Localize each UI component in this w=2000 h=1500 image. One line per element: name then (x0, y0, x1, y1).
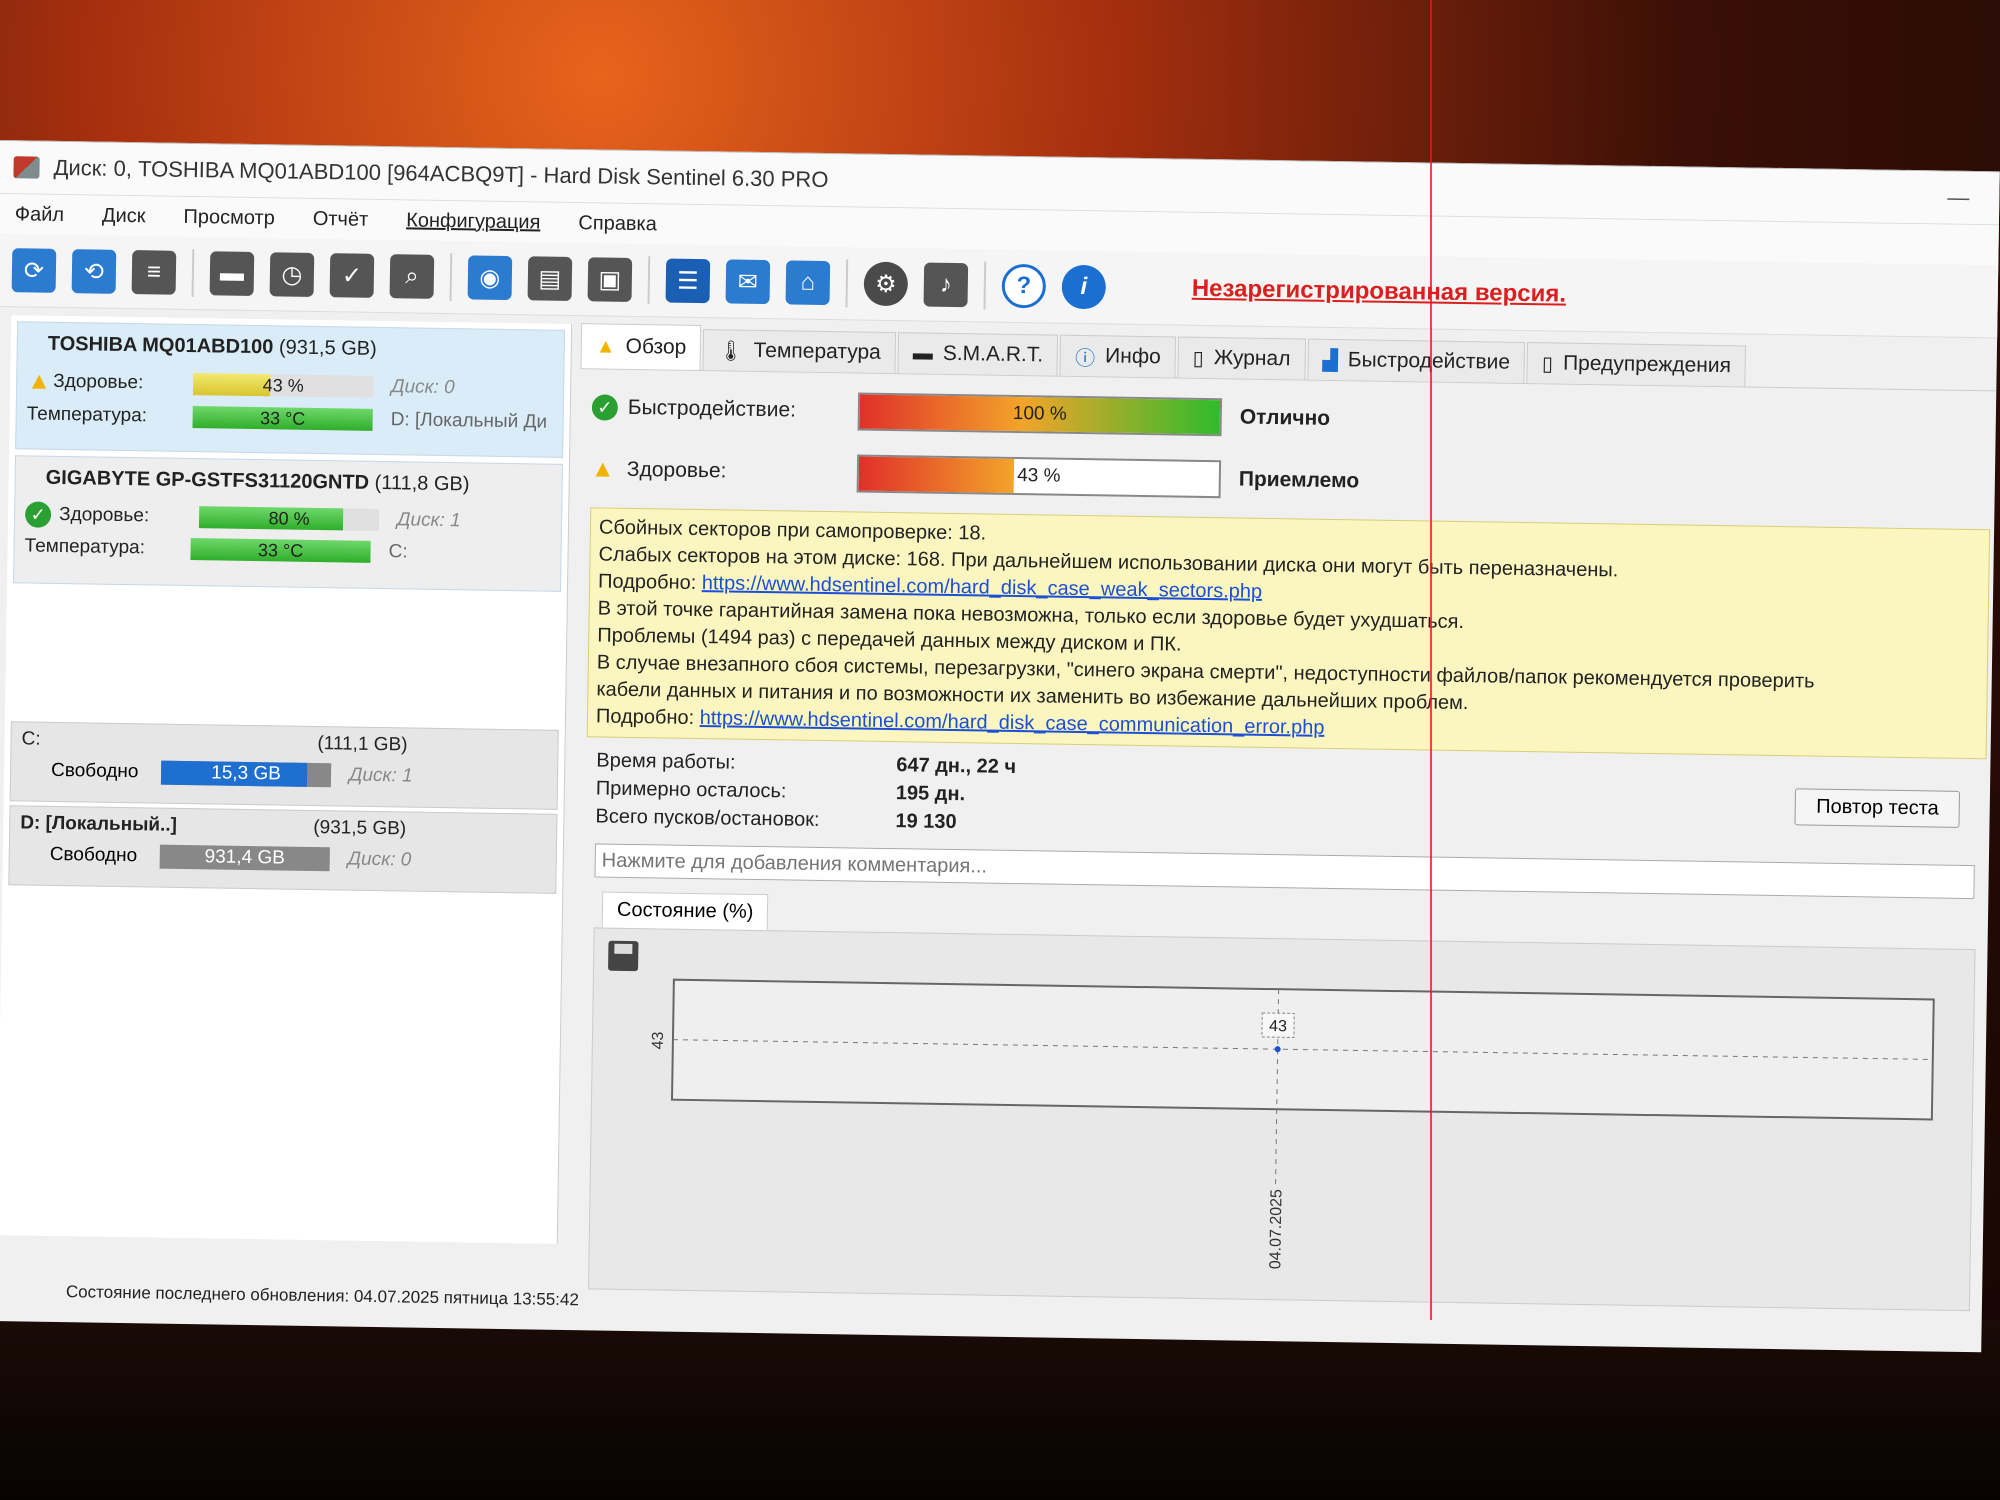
partition-name: D: [Локальный..] (20, 812, 178, 836)
report-icon[interactable]: ☰ (665, 258, 711, 304)
health-chart: 43 43 04.07.2025 (588, 927, 1976, 1312)
toolbar-separator (449, 253, 453, 302)
disk-health-row: ✓ Здоровье: 80 % Диск: 1 (24, 501, 551, 535)
chart-svg: 43 43 04.07.2025 (650, 978, 1935, 1269)
temp-bar: 33 °C (192, 406, 373, 431)
network-icon[interactable]: ⌂ (785, 260, 831, 306)
window-title: Диск: 0, TOSHIBA MQ01ABD100 [964ACBQ9T] … (53, 154, 829, 193)
performance-row: ✓ Быстродействие: 100 % Отлично (591, 383, 1996, 453)
disk-schedule-icon[interactable]: ◷ (269, 252, 315, 297)
disk-stack-icon[interactable]: ▤ (527, 256, 573, 301)
disk-name: GIGABYTE GP-GSTFS31120GNTD (111,8 GB) (45, 466, 470, 496)
remaining-value: 195 дн. (895, 782, 966, 806)
partition-card-c[interactable]: C: (111,1 GB) Свободно 15,3 GB Диск: 1 (9, 721, 559, 810)
disk-temp-row: Температура: 33 °C C: (24, 535, 408, 563)
disk-export-icon[interactable]: ▣ (587, 257, 633, 302)
app-window: Диск: 0, TOSHIBA MQ01ABD100 [964ACBQ9T] … (0, 140, 2000, 1353)
disk-check-icon[interactable]: ✓ (329, 253, 375, 298)
disk-card-toshiba[interactable]: TOSHIBA MQ01ABD100 (931,5 GB) ▲ Здоровье… (15, 321, 566, 458)
toolbar-separator (983, 261, 987, 310)
partition-capacity: (931,5 GB) (313, 817, 407, 840)
check-icon: ✓ (24, 501, 52, 528)
partition-name: C: (21, 728, 41, 750)
x-tick-label: 04.07.2025 (1267, 1189, 1285, 1269)
tab-performance[interactable]: ▟ Быстродействие (1307, 338, 1526, 383)
network-disk-icon[interactable]: ◉ (467, 255, 513, 301)
warning-icon: ▲ (595, 334, 616, 358)
menu-help[interactable]: Справка (578, 212, 657, 236)
warning-icon: ▲ (590, 455, 615, 483)
temp-bar: 33 °C (190, 538, 371, 563)
disk-icon[interactable]: ▬ (209, 251, 255, 297)
smart-icon: ▬ (912, 341, 933, 365)
uptime-value: 647 дн., 22 ч (896, 754, 1017, 779)
tab-temperature[interactable]: 🌡 Температура (702, 329, 897, 374)
app-icon (13, 156, 40, 179)
thermometer-icon: 🌡 (718, 339, 744, 363)
health-bar: 80 % (198, 506, 380, 531)
refresh-all-icon[interactable]: ⟲ (71, 249, 117, 294)
performance-bar: 100 % (857, 392, 1223, 437)
mail-icon[interactable]: ✉ (725, 259, 771, 305)
menu-config[interactable]: Конфигурация (406, 209, 541, 234)
free-space-bar: 931,4 GB (159, 844, 330, 872)
toolbar-separator (845, 259, 849, 308)
minimize-icon[interactable]: — (1947, 185, 1969, 211)
info-icon: ⓘ (1074, 347, 1096, 370)
y-tick-label: 43 (650, 1031, 667, 1049)
toolbar-separator (191, 249, 195, 298)
tab-log[interactable]: ▯ Журнал (1177, 336, 1306, 380)
tab-warnings[interactable]: ▯ Предупреждения (1526, 342, 1747, 387)
partition-card-d[interactable]: D: [Локальный..] (931,5 GB) Свободно 931… (8, 805, 558, 894)
point-label: 43 (1269, 1018, 1287, 1035)
disk-name: TOSHIBA MQ01ABD100 (931,5 GB) (47, 332, 377, 360)
disk-search-icon[interactable]: ⌕ (389, 254, 435, 299)
help-icon[interactable]: ? (1001, 263, 1047, 309)
partition-capacity: (111,1 GB) (317, 733, 408, 756)
retest-button[interactable]: Повтор теста (1794, 788, 1961, 828)
details-panel: ▲ Обзор 🌡 Температура ▬ S.M.A.R.T. ⓘ Инфо ▯ Ж… (566, 323, 1998, 1312)
disk-stats: Время работы: 647 дн., 22 ч Примерно оста… (595, 749, 1990, 855)
refresh-icon[interactable]: ⟳ (11, 248, 57, 293)
performance-rating: Отлично (1239, 405, 1331, 430)
tab-overview[interactable]: ▲ Обзор (580, 323, 702, 371)
document-icon: ▯ (1192, 347, 1204, 370)
warnings-icon: ▯ (1541, 352, 1554, 375)
tab-smart[interactable]: ▬ S.M.A.R.T. (897, 332, 1059, 376)
disk-list-panel: TOSHIBA MQ01ABD100 (931,5 GB) ▲ Здоровье… (0, 315, 573, 1244)
sound-icon[interactable]: ♪ (923, 262, 969, 308)
menu-disk[interactable]: Диск (102, 204, 146, 228)
startstop-value: 19 130 (895, 810, 957, 834)
gear-icon[interactable]: ⚙ (863, 261, 909, 307)
health-rating: Приемлемо (1238, 467, 1360, 493)
chart-icon: ▟ (1322, 349, 1338, 372)
warning-icon: ▲ (27, 367, 52, 395)
disk-health-row: ▲ Здоровье: 43 % Диск: 0 (27, 367, 455, 399)
menu-view[interactable]: Просмотр (183, 205, 275, 229)
status-bar: Состояние последнего обновления: 04.07.2… (65, 1282, 580, 1310)
tab-health-chart[interactable]: Состояние (%) (601, 891, 769, 931)
menu-report[interactable]: Отчёт (313, 207, 369, 231)
health-row: ▲ Здоровье: 43 % Приемлемо (591, 445, 1996, 515)
menu-file[interactable]: Файл (15, 203, 65, 227)
check-icon: ✓ (591, 394, 619, 421)
screen-artifact-line (1430, 0, 1432, 1320)
disk-temp-row: Температура: 33 °C D: [Локальный Ди (26, 403, 548, 433)
health-messages: Сбойных секторов при самопроверке: 18. С… (586, 507, 1991, 760)
health-bar: 43 % (193, 373, 374, 398)
health-bar: 43 % (856, 454, 1222, 499)
disk-card-gigabyte[interactable]: GIGABYTE GP-GSTFS31120GNTD (111,8 GB) ✓ … (13, 455, 563, 592)
unregistered-link[interactable]: Незарегистрированная версия. (1192, 275, 1567, 309)
info-icon[interactable]: i (1061, 264, 1107, 310)
toolbar-separator (647, 256, 651, 305)
tab-info[interactable]: ⓘ Инфо (1059, 334, 1177, 378)
list-icon[interactable]: ≡ (131, 250, 177, 295)
free-space-bar: 15,3 GB (160, 760, 332, 788)
